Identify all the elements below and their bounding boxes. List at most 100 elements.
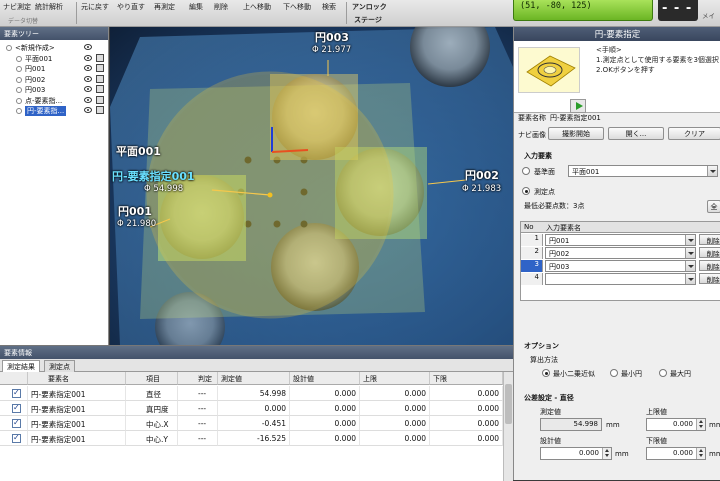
measure-point-row[interactable]: 3 円003 削除 — [521, 260, 720, 272]
delete-row-button[interactable]: 削除 — [699, 260, 720, 271]
camera-view[interactable]: 平面001 円-要素指定001 Φ 54.998 円001 Φ 21.980 円… — [110, 27, 513, 345]
stage-coordinate-display: (51, -80, 125) — [513, 0, 653, 21]
scrollbar-thumb[interactable] — [505, 384, 512, 424]
tree-item[interactable]: 円001 — [0, 64, 109, 74]
delete-row-button[interactable]: 削除 — [699, 234, 720, 245]
row-checkbox[interactable] — [12, 388, 21, 398]
undo-button[interactable]: 元に戻す — [81, 2, 109, 16]
column-header-judgement[interactable]: 判定 — [178, 372, 218, 385]
column-header-design[interactable]: 設計値 — [290, 372, 360, 385]
play-help-button[interactable] — [570, 99, 586, 113]
visibility-eye-icon[interactable] — [84, 107, 92, 113]
tab-measure-points[interactable]: 測定点 — [44, 360, 75, 372]
measure-point-table: No 入力要素名 1 円001 削除 2 円002 削除 3 円003 削除 4 削除 — [520, 221, 720, 301]
redo-button[interactable]: やり直す — [117, 2, 145, 16]
min-circle-radio[interactable] — [610, 369, 618, 377]
delete-row-button[interactable]: 削除 — [699, 247, 720, 258]
input-element-label: 入力要素 — [524, 152, 552, 160]
tree-item-label: 円001 — [25, 65, 46, 73]
edit-button[interactable]: 編集 — [189, 2, 203, 16]
column-header-element-name[interactable]: 要素名 — [28, 372, 126, 385]
spinner-icon[interactable] — [696, 448, 705, 459]
row-checkbox[interactable] — [12, 418, 21, 428]
display-toggle-icon[interactable] — [96, 53, 104, 62]
column-header-select[interactable] — [0, 372, 28, 385]
delete-button[interactable]: 削除 — [214, 2, 228, 16]
unlock-button[interactable]: アンロック — [352, 2, 387, 16]
visibility-eye-icon[interactable] — [84, 75, 92, 82]
ref-plane-radio[interactable] — [522, 167, 530, 175]
column-header-no: No — [521, 222, 543, 233]
column-header-lower[interactable]: 下限 — [430, 372, 503, 385]
input-element-select[interactable]: 円002 — [545, 247, 696, 259]
measure-point-row[interactable]: 2 円002 削除 — [521, 247, 720, 259]
tree-node-icon[interactable] — [16, 66, 22, 72]
row-checkbox[interactable] — [12, 403, 21, 413]
table-row[interactable]: 円-要素指定001中心.Y----16.5250.0000.0000.000 — [0, 431, 503, 446]
tree-item[interactable]: 円002 — [0, 74, 109, 85]
spinner-icon[interactable] — [696, 419, 705, 430]
ref-plane-select[interactable]: 平面001 — [568, 165, 718, 177]
tree-item[interactable]: 円003 — [0, 85, 109, 95]
tree-item[interactable]: <新規作成> — [0, 43, 109, 53]
element-name-value[interactable]: 円-要素指定001 — [550, 113, 601, 123]
open-button[interactable]: 開く... — [608, 127, 664, 140]
remeasure-button[interactable]: 再測定 — [154, 2, 175, 16]
table-row[interactable]: 円-要素指定001真円度---0.0000.0000.0000.000 — [0, 401, 503, 416]
statistics-button[interactable]: 統計解析 — [35, 2, 63, 16]
tab-measure-results[interactable]: 測定結果 — [2, 360, 40, 372]
design-value-field[interactable]: 0.000 — [540, 447, 612, 460]
display-toggle-icon[interactable] — [96, 64, 104, 72]
column-header-upper[interactable]: 上限 — [360, 372, 430, 385]
search-button[interactable]: 検索 — [322, 2, 336, 16]
measure-point-row[interactable]: 1 円001 削除 — [521, 234, 720, 246]
table-cell-upper: 0.000 — [360, 401, 430, 416]
measure-point-row[interactable]: 4 削除 — [521, 273, 720, 285]
display-toggle-icon[interactable] — [96, 106, 104, 114]
upper-limit-field[interactable]: 0.000 — [646, 418, 706, 431]
input-element-select[interactable] — [545, 273, 696, 285]
display-toggle-icon[interactable] — [96, 74, 104, 83]
visibility-eye-icon[interactable] — [84, 65, 92, 71]
table-row[interactable]: 円-要素指定001直径---54.9980.0000.0000.000 — [0, 386, 503, 401]
clear-button[interactable]: クリア — [668, 127, 720, 140]
tree-item[interactable]: 点-要素指... — [0, 95, 109, 106]
visibility-eye-icon[interactable] — [84, 44, 92, 50]
diameter-icon: Φ — [462, 184, 469, 194]
element-info-title: 要素情報 — [0, 346, 513, 359]
tree-node-icon[interactable] — [16, 108, 22, 114]
input-element-select[interactable]: 円001 — [545, 234, 696, 246]
navi-image-label: ナビ画像 — [518, 131, 546, 139]
input-element-select[interactable]: 円003 — [545, 260, 696, 272]
move-down-button[interactable]: 下へ移動 — [283, 2, 311, 16]
visibility-eye-icon[interactable] — [84, 54, 92, 61]
capture-start-button[interactable]: 撮影開始 — [548, 127, 604, 140]
display-toggle-icon[interactable] — [96, 95, 104, 104]
tree-node-icon[interactable] — [16, 55, 22, 62]
max-circle-radio[interactable] — [659, 369, 667, 377]
move-up-button[interactable]: 上へ移動 — [243, 2, 271, 16]
navi-measure-button[interactable]: ナビ測定 — [3, 2, 31, 16]
help-line-2: 1.測定点として使用する要素を3個選択 — [596, 56, 719, 64]
spinner-icon[interactable] — [602, 448, 611, 459]
tree-node-icon[interactable] — [16, 87, 22, 93]
display-toggle-icon[interactable] — [96, 85, 104, 93]
tree-item[interactable]: 平面001 — [0, 53, 109, 64]
meta-menu-label[interactable]: メイ — [702, 10, 715, 20]
visibility-eye-icon[interactable] — [84, 96, 92, 103]
measure-point-radio[interactable] — [522, 187, 530, 195]
table-row[interactable]: 円-要素指定001中心.X----0.4510.0000.0000.000 — [0, 416, 503, 431]
tree-item[interactable]: 円-要素指... — [0, 106, 109, 116]
lower-limit-field[interactable]: 0.000 — [646, 447, 706, 460]
delete-row-button[interactable]: 削除 — [699, 273, 720, 284]
visibility-eye-icon[interactable] — [84, 86, 92, 92]
results-scrollbar[interactable] — [503, 372, 513, 481]
column-header-measured[interactable]: 測定値 — [218, 372, 290, 385]
select-all-button[interactable]: 全 — [707, 200, 720, 213]
tree-node-icon[interactable] — [16, 76, 22, 83]
tree-node-icon[interactable] — [6, 45, 12, 51]
column-header-item[interactable]: 項目 — [126, 372, 178, 385]
least-squares-radio[interactable] — [542, 369, 550, 377]
row-checkbox[interactable] — [12, 433, 21, 443]
tree-node-icon[interactable] — [16, 97, 22, 104]
